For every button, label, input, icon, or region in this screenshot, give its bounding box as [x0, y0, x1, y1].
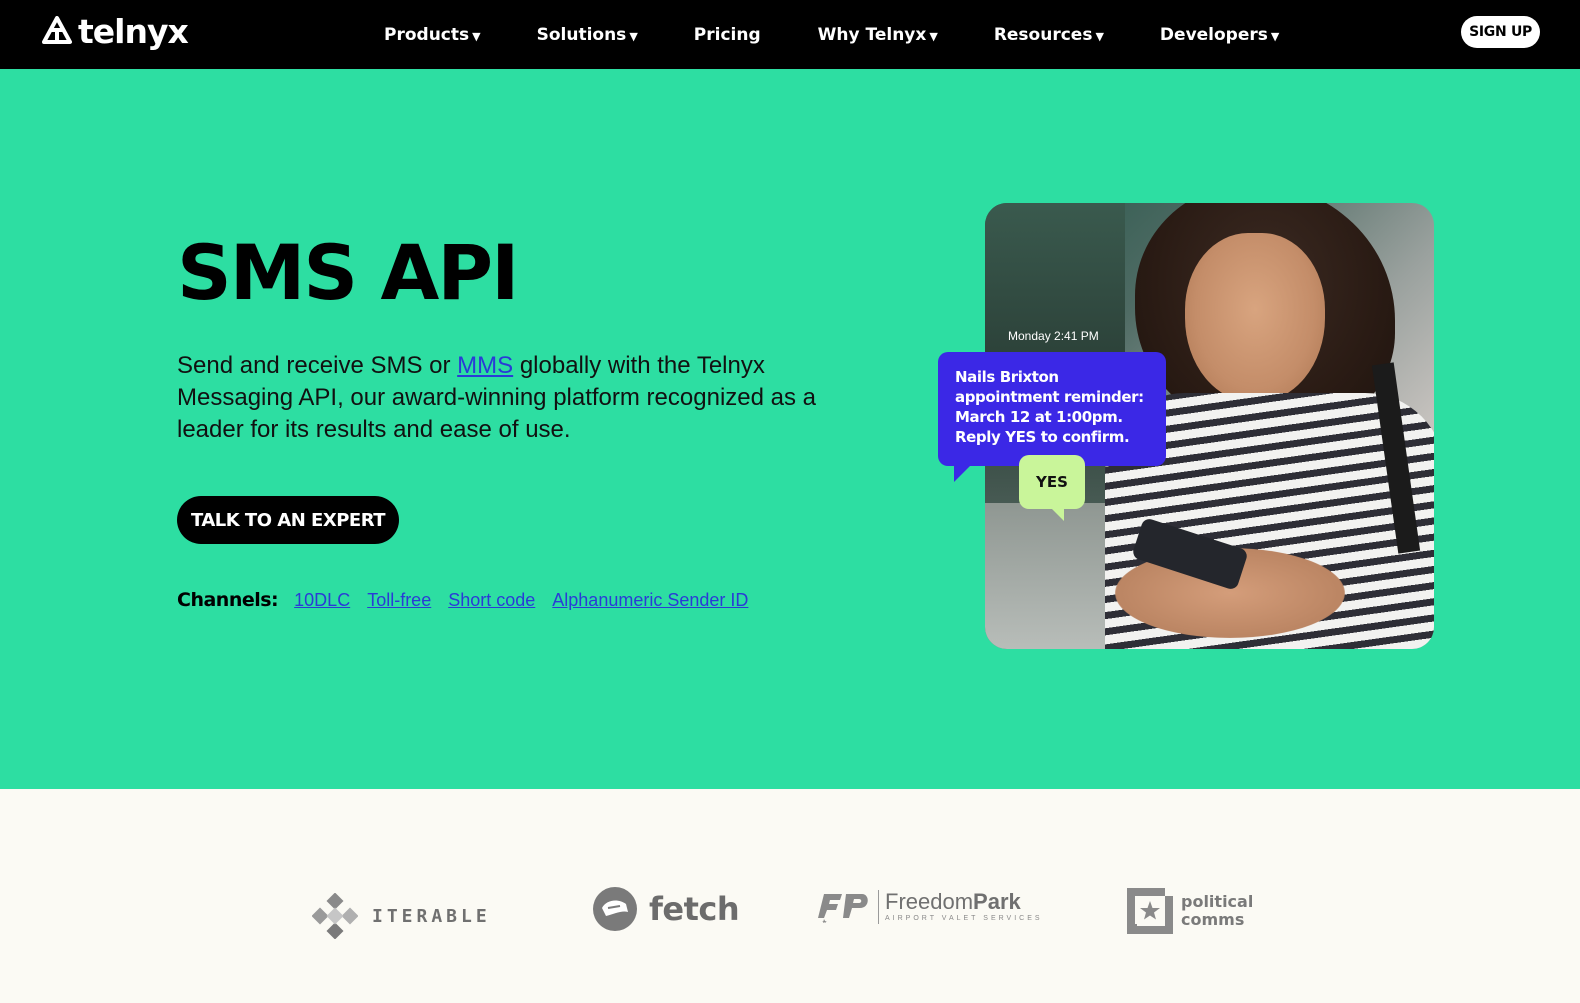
nav-item-label: Solutions — [536, 24, 627, 45]
message-timestamp: Monday 2:41 PM — [1008, 329, 1099, 343]
channel-link-short-code[interactable]: Short code — [448, 590, 535, 611]
channel-link-10dlc[interactable]: 10DLC — [294, 590, 350, 611]
sms-message-line: Reply YES to confirm. — [955, 428, 1130, 446]
talk-to-expert-button[interactable]: TALK TO AN EXPERT — [177, 496, 399, 544]
freedompark-name-bold: Park — [973, 889, 1021, 914]
sign-up-button[interactable]: SIGN UP — [1461, 16, 1540, 48]
freedompark-tagline: AIRPORT VALET SERVICES — [885, 915, 1043, 922]
customer-logo-freedompark: FreedomPark AIRPORT VALET SERVICES — [818, 888, 1043, 926]
chevron-down-icon: ▼ — [472, 29, 481, 43]
nav-item-resources[interactable]: Resources ▼ — [994, 25, 1104, 45]
hero-section: SMS API Send and receive SMS or MMS glob… — [0, 69, 1580, 789]
nav-item-label: Why Telnyx — [817, 24, 927, 45]
brand-name: telnyx — [78, 12, 189, 51]
channels-list: Channels: 10DLC Toll-free Short code Alp… — [177, 589, 765, 611]
freedompark-name: FreedomPark — [885, 890, 1043, 914]
fetch-logo-icon — [593, 887, 637, 931]
photo-sidewalk — [985, 503, 1125, 649]
customer-logos: ITERABLE fetch FreedomPark AIRPORT VALET… — [0, 789, 1580, 1003]
chevron-down-icon: ▼ — [1095, 29, 1104, 43]
nav-item-products[interactable]: Products ▼ — [384, 25, 481, 45]
customer-logo-fetch: fetch — [592, 886, 740, 932]
nav-item-developers[interactable]: Developers ▼ — [1160, 25, 1279, 45]
sms-bubble-tail — [954, 464, 972, 482]
iterable-wordmark: ITERABLE — [372, 905, 491, 927]
main-nav: Products ▼ Solutions ▼ Pricing Why Telny… — [384, 0, 1279, 69]
freedompark-name-regular: Freedom — [885, 889, 974, 914]
hero-description: Send and receive SMS or MMS globally wit… — [177, 350, 867, 446]
top-nav: telnyx Products ▼ Solutions ▼ Pricing Wh… — [0, 0, 1580, 69]
customer-logo-iterable: ITERABLE — [312, 893, 491, 939]
mms-link[interactable]: MMS — [457, 352, 513, 379]
nav-item-pricing[interactable]: Pricing — [694, 25, 761, 45]
iterable-logo-icon — [312, 893, 358, 939]
chevron-down-icon: ▼ — [629, 29, 638, 43]
hero-desc-text: Send and receive SMS or — [177, 352, 458, 379]
photo-person-face — [1185, 233, 1325, 403]
channel-link-alphanumeric-sender-id[interactable]: Alphanumeric Sender ID — [552, 590, 748, 611]
sms-message-line: appointment reminder: — [955, 388, 1144, 406]
political-comms-line2: comms — [1181, 910, 1245, 929]
political-comms-wordmark: political comms — [1181, 893, 1253, 929]
sms-message-bubble: Nails Brixton appointment reminder: Marc… — [938, 352, 1166, 466]
politicalcomms-logo-icon — [1127, 888, 1173, 934]
nav-item-why-telnyx[interactable]: Why Telnyx ▼ — [818, 25, 938, 45]
nav-item-label: Products — [384, 24, 470, 45]
fetch-wordmark: fetch — [649, 890, 740, 928]
channel-link-toll-free[interactable]: Toll-free — [367, 590, 431, 611]
chevron-down-icon: ▼ — [1270, 29, 1280, 43]
freedompark-wordmark: FreedomPark AIRPORT VALET SERVICES — [878, 890, 1043, 924]
chevron-down-icon: ▼ — [929, 29, 938, 43]
nav-item-solutions[interactable]: Solutions ▼ — [537, 25, 638, 45]
page-title: SMS API — [177, 228, 519, 317]
telnyx-logo[interactable]: telnyx — [40, 12, 189, 51]
nav-item-label: Resources — [993, 24, 1093, 45]
nav-item-label: Developers — [1159, 24, 1268, 45]
sms-message-line: Nails Brixton — [955, 368, 1059, 386]
channels-label: Channels: — [177, 589, 279, 611]
sms-reply-bubble: YES — [1019, 455, 1085, 509]
customer-logo-political-comms: political comms — [1127, 888, 1253, 934]
sms-reply-tail — [1051, 508, 1064, 521]
telnyx-logo-icon — [42, 15, 72, 44]
political-comms-line1: political — [1181, 892, 1254, 911]
nav-item-label: Pricing — [693, 24, 761, 45]
freedompark-logo-icon — [818, 894, 868, 923]
sms-message-line: March 12 at 1:00pm. — [955, 408, 1123, 426]
